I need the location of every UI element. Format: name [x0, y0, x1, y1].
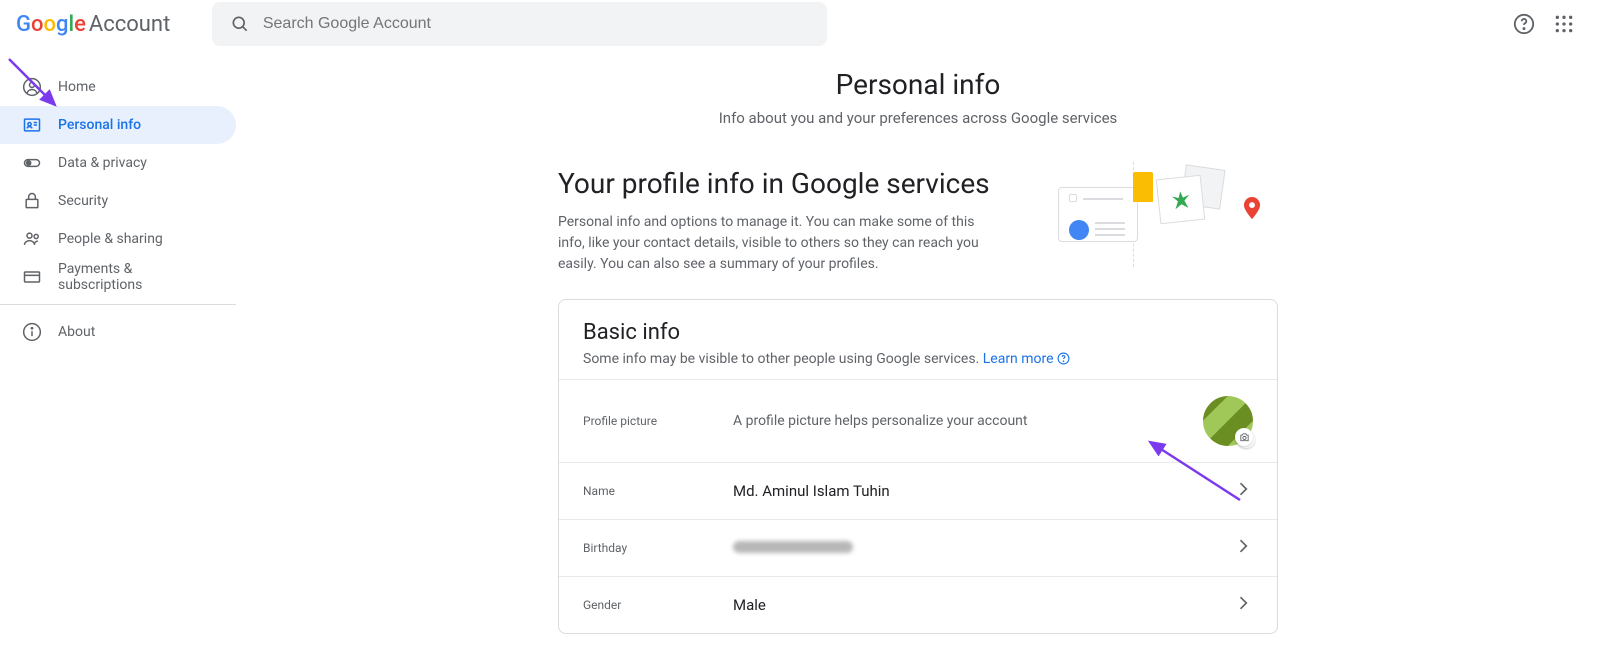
page-title: Personal info	[276, 68, 1560, 101]
row-label: Gender	[583, 598, 733, 612]
search-bar[interactable]	[212, 2, 827, 46]
nav-personal-info[interactable]: Personal info	[0, 106, 236, 144]
lock-icon	[22, 191, 42, 211]
camera-icon	[1235, 428, 1253, 446]
redacted-value	[733, 541, 853, 553]
row-value	[733, 539, 1233, 557]
nav-people-sharing[interactable]: People & sharing	[0, 220, 236, 258]
card-header: Basic info Some info may be visible to o…	[559, 300, 1277, 379]
nav-security[interactable]: Security	[0, 182, 236, 220]
nav-label: Payments & subscriptions	[58, 261, 212, 293]
nav-data-privacy[interactable]: Data & privacy	[0, 144, 236, 182]
people-icon	[22, 229, 42, 249]
basic-info-card: Basic info Some info may be visible to o…	[558, 299, 1278, 634]
nav-label: About	[58, 324, 95, 340]
row-label: Birthday	[583, 541, 733, 555]
row-name[interactable]: Name Md. Aminul Islam Tuhin	[559, 462, 1277, 519]
header: Google Account	[0, 0, 1600, 48]
logo[interactable]: Google Account	[16, 12, 170, 37]
section-desc: Personal info and options to manage it. …	[558, 212, 998, 275]
help-icon[interactable]	[1512, 12, 1536, 36]
row-profile-picture[interactable]: Profile picture A profile picture helps …	[559, 379, 1277, 462]
nav-label: People & sharing	[58, 231, 163, 247]
nav-label: Data & privacy	[58, 155, 147, 171]
main-content: Personal info Info about you and your pr…	[236, 48, 1600, 654]
logo-account-text: Account	[89, 12, 170, 37]
nav-label: Home	[58, 79, 96, 95]
row-value: Male	[733, 596, 1233, 614]
row-label: Profile picture	[583, 414, 733, 428]
apps-grid-icon[interactable]	[1552, 12, 1576, 36]
user-circle-icon	[22, 77, 42, 97]
nav-divider	[0, 304, 236, 305]
card-desc: Some info may be visible to other people…	[583, 351, 1253, 367]
row-label: Name	[583, 484, 733, 498]
card-title: Basic info	[583, 320, 1253, 345]
sidebar: Home Personal info Data & privacy Securi…	[0, 48, 236, 654]
google-logo: Google	[16, 12, 86, 37]
row-birthday[interactable]: Birthday	[559, 519, 1277, 576]
chevron-right-icon	[1233, 536, 1253, 560]
nav-home[interactable]: Home	[0, 68, 236, 106]
chevron-right-icon	[1233, 593, 1253, 617]
id-card-icon	[22, 115, 42, 135]
avatar[interactable]	[1203, 396, 1253, 446]
profile-section: Your profile info in Google services Per…	[558, 167, 1278, 275]
page-subtitle: Info about you and your preferences acro…	[276, 109, 1560, 127]
section-title: Your profile info in Google services	[558, 167, 998, 200]
chevron-right-icon	[1233, 479, 1253, 503]
search-input[interactable]	[263, 15, 811, 33]
row-value: Md. Aminul Islam Tuhin	[733, 482, 1233, 500]
header-right	[1512, 12, 1584, 36]
nav-payments[interactable]: Payments & subscriptions	[0, 258, 236, 296]
nav-label: Security	[58, 193, 108, 209]
learn-more-link[interactable]: Learn more	[983, 351, 1054, 367]
card-icon	[22, 267, 42, 287]
info-icon	[22, 322, 42, 342]
help-circle-icon[interactable]	[1057, 352, 1070, 367]
toggle-icon	[22, 153, 42, 173]
nav-about[interactable]: About	[0, 313, 236, 351]
nav-label: Personal info	[58, 117, 141, 133]
section-illustration	[1058, 167, 1278, 267]
row-desc: A profile picture helps personalize your…	[733, 413, 1203, 429]
search-icon	[228, 12, 251, 36]
row-gender[interactable]: Gender Male	[559, 576, 1277, 633]
